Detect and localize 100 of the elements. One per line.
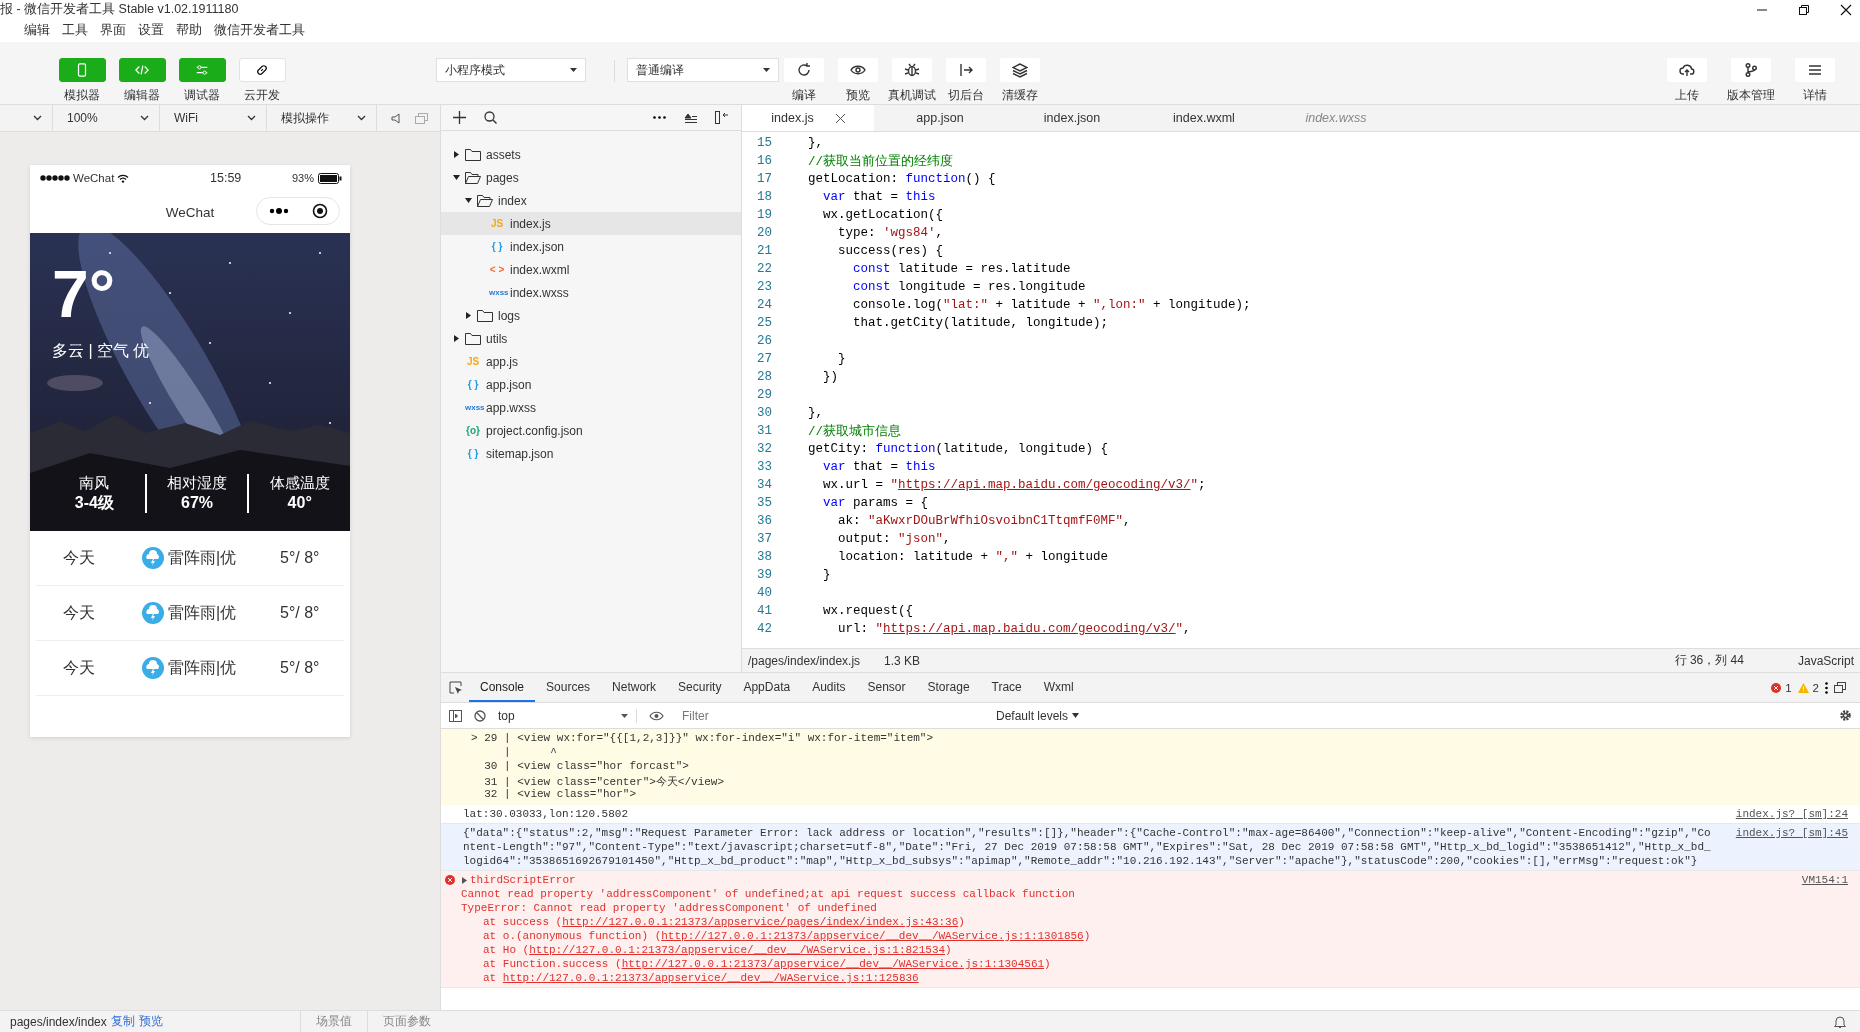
caret-right-icon[interactable] [461, 876, 467, 884]
speaker-icon[interactable] [391, 112, 401, 124]
devtools-tab[interactable]: Console [469, 673, 536, 702]
undock-icon[interactable] [1834, 682, 1846, 693]
tree-item[interactable]: wxss app.wxss [441, 396, 741, 419]
stack-link[interactable]: http://127.0.0.1:21373/appservice/__dev__/WAService.js:1:1304561 [621, 958, 1045, 970]
tree-item[interactable]: JS index.js [441, 212, 741, 235]
error-title[interactable]: thirdScriptError [470, 873, 576, 887]
stack-link[interactable]: http://127.0.0.1:21373/appservice/__dev__/WAService.js:1:1301856 [661, 930, 1084, 942]
devtools-tab[interactable]: Trace [980, 673, 1033, 702]
line-number: 24 [756, 298, 772, 312]
code-line: type: 'wgs84', [837, 226, 944, 240]
devtools-tab[interactable]: Storage [916, 673, 981, 702]
caret-down-icon [1072, 713, 1080, 718]
line-number: 32 [756, 442, 772, 456]
network-select[interactable]: WiFi [160, 105, 267, 131]
context-select[interactable]: top [498, 708, 637, 723]
stack-line: at Ho (http://127.0.0.1:21373/appservice/__dev__/WAService.js:1:821534) [483, 944, 952, 956]
compile-select[interactable]: 普通编译 [627, 58, 779, 82]
chevron-down-icon [357, 115, 366, 121]
more-icon[interactable] [1825, 681, 1828, 694]
warning-icon [1797, 682, 1809, 693]
menu-item[interactable]: 界面 [94, 20, 132, 41]
toolbar-button[interactable]: 版本管理 [1724, 58, 1778, 104]
tree-item[interactable]: index [441, 189, 741, 212]
devtools-tab[interactable]: Security [667, 673, 733, 702]
status-link[interactable]: 预览 [138, 1013, 163, 1030]
storm-cloud-icon [142, 657, 164, 679]
source-link[interactable]: VM154:1 [1801, 873, 1848, 887]
line-number: 23 [756, 280, 772, 294]
search-icon[interactable] [484, 111, 497, 124]
clear-icon[interactable] [474, 709, 486, 722]
tree-item[interactable]: {o} project.config.json [441, 419, 741, 442]
menu-item[interactable]: 帮助 [170, 20, 208, 41]
line-number: 25 [756, 316, 772, 330]
settings-icon[interactable] [1839, 709, 1852, 722]
devtools-tab[interactable]: Sources [535, 673, 602, 702]
tree-item[interactable]: JS app.js [441, 350, 741, 373]
stat-label: 体感温度 [269, 474, 330, 493]
inspect-icon[interactable] [449, 680, 463, 695]
devtools-tab[interactable]: AppData [732, 673, 802, 702]
stack-link[interactable]: http://127.0.0.1:21373/appservice/pages/index/index.js:43:36 [562, 916, 959, 928]
levels-select[interactable]: Default levels [996, 708, 1080, 723]
toolbar-button[interactable]: 真机调试 [887, 58, 937, 104]
editor-tab[interactable]: index.js [742, 105, 874, 131]
toolbar-button[interactable]: 预览 [833, 58, 883, 104]
tree-item[interactable]: pages [441, 166, 741, 189]
tree-item[interactable]: { } sitemap.json [441, 442, 741, 465]
error-message: Cannot read property 'addressComponent' of undefined;at api request success callback function [461, 888, 1075, 900]
code-line: wx.request({ [822, 604, 914, 618]
tree-item[interactable]: assets [441, 143, 741, 166]
code-line: success(res) { [837, 244, 944, 258]
tree-item[interactable]: logs [441, 304, 741, 327]
code-line: const latitude = res.latitude [852, 262, 1071, 276]
stack-link[interactable]: http://127.0.0.1:21373/appservice/__dev__/WAService.js:1:821534 [529, 944, 946, 956]
menu-item[interactable]: 设置 [132, 20, 170, 41]
devtools-tab[interactable]: Sensor [856, 673, 917, 702]
eye-icon[interactable] [649, 710, 664, 721]
maximize-icon[interactable] [1798, 3, 1810, 16]
devtools-tab[interactable]: Wxml [1032, 673, 1085, 702]
tree-item[interactable]: wxss index.wxss [441, 281, 741, 304]
status-link[interactable]: 复制 [110, 1013, 135, 1030]
toolbar-button[interactable]: 上传 [1660, 58, 1714, 104]
operation-select[interactable]: 模拟操作 [267, 105, 377, 131]
view-toggle[interactable] [58, 58, 106, 82]
editor-tab[interactable]: index.wxml [1138, 105, 1270, 131]
tree-item[interactable]: { } app.json [441, 373, 741, 396]
devtools-tab[interactable]: Network [601, 673, 668, 702]
toolbar-button[interactable]: 清缓存 [995, 58, 1045, 104]
close-icon[interactable] [835, 113, 845, 123]
toolbar-button[interactable]: 切后台 [941, 58, 991, 104]
tree-item[interactable]: utils [441, 327, 741, 350]
source-link[interactable]: index.js? [sm]:45 [1735, 826, 1848, 868]
bell-icon[interactable] [1834, 1015, 1846, 1028]
tree-item[interactable]: < > index.wxml [441, 258, 741, 281]
add-icon[interactable] [453, 111, 466, 124]
code-line: //获取城市信息 [808, 423, 901, 440]
more-icon[interactable] [653, 116, 666, 119]
editor-tab[interactable]: index.json [1006, 105, 1138, 131]
toolbar-button[interactable]: 编译 [779, 58, 829, 104]
editor-tab[interactable]: app.json [874, 105, 1006, 131]
view-toggle[interactable] [118, 58, 166, 82]
view-toggle[interactable] [178, 58, 226, 82]
toolbar-button[interactable]: 详情 [1788, 58, 1842, 104]
collapse-icon[interactable] [684, 112, 697, 123]
menu-item[interactable]: 编辑 [18, 20, 56, 41]
zoom-select[interactable]: 100% [53, 105, 160, 131]
tree-item[interactable]: { } index.json [441, 235, 741, 258]
stack-link[interactable]: http://127.0.0.1:21373/appservice/__dev__/WAService.js:1:125836 [502, 972, 919, 984]
forecast-range: 5°/ 8° [280, 659, 320, 677]
language-mode[interactable]: JavaScript [1797, 653, 1854, 668]
menu-item[interactable]: 微信开发者工具 [208, 20, 311, 41]
sidebar-icon[interactable] [449, 709, 462, 722]
close-icon[interactable] [1840, 3, 1852, 16]
devtools-tab[interactable]: Audits [801, 673, 857, 702]
source-link[interactable]: index.js? [sm]:24 [1735, 807, 1848, 821]
menu-item[interactable]: 工具 [56, 20, 94, 41]
mode-select[interactable]: 小程序模式 [436, 58, 586, 82]
stat-value: 3-4级 [74, 493, 114, 513]
panel-toggle-icon[interactable] [715, 111, 729, 124]
